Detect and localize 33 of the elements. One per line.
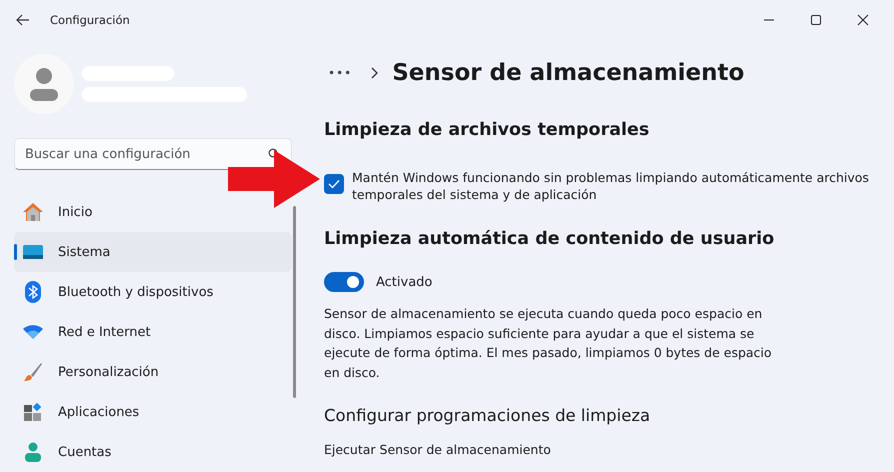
description-text: Sensor de almacenamiento se ejecuta cuando queda poco espacio en disco. Limpiamos espacio suficiente para ayudar a que el sistema se ejecute de forma óptima. El mes pasado, limpiamos 0 bytes de espacio en disco.: [324, 305, 773, 382]
page-title: Sensor de almacenamiento: [392, 60, 744, 86]
apps-icon: [22, 403, 44, 421]
back-icon[interactable]: [16, 14, 30, 26]
wifi-icon: [22, 325, 44, 339]
monitor-icon: [22, 245, 44, 259]
maximize-icon[interactable]: [810, 14, 822, 26]
section-subheading: Configurar programaciones de limpieza: [324, 406, 652, 425]
more-button[interactable]: •••: [328, 66, 352, 80]
brush-icon: [22, 362, 44, 382]
toggle-switch[interactable]: [324, 272, 364, 292]
window-title: Configuración: [50, 13, 130, 27]
section-heading: Limpieza de archivos temporales: [324, 120, 650, 140]
nav-item[interactable]: Personalización: [14, 352, 292, 392]
search-field[interactable]: Buscar una configuración: [14, 138, 292, 170]
checkmark-icon: [328, 179, 340, 189]
nav-item[interactable]: Red e Internet: [14, 312, 292, 352]
arrow-icon: [228, 150, 320, 208]
nav-item[interactable]: Aplicaciones: [14, 392, 292, 432]
nav-item[interactable]: Sistema: [14, 232, 292, 272]
house-icon: [22, 202, 44, 222]
section-heading: Limpieza automática de contenido de usuario: [324, 229, 776, 249]
checkbox-label: Mantén Windows funcionando sin problemas limpiando automáticamente archivos temporales del sistema y de aplicación: [352, 169, 870, 203]
nav-item[interactable]: Inicio: [14, 192, 292, 232]
chevron-icon: [370, 67, 378, 79]
field-label: Ejecutar Sensor de almacenamiento: [324, 442, 552, 457]
nav-item[interactable]: Bluetooth y dispositivos: [14, 272, 292, 312]
checkbox[interactable]: [324, 174, 344, 194]
close-icon[interactable]: [857, 14, 869, 26]
bluetooth-icon: [22, 281, 44, 303]
person-icon: [22, 442, 44, 462]
nav-item[interactable]: Cuentas: [14, 432, 292, 472]
toggle-label: Activado: [376, 274, 432, 290]
